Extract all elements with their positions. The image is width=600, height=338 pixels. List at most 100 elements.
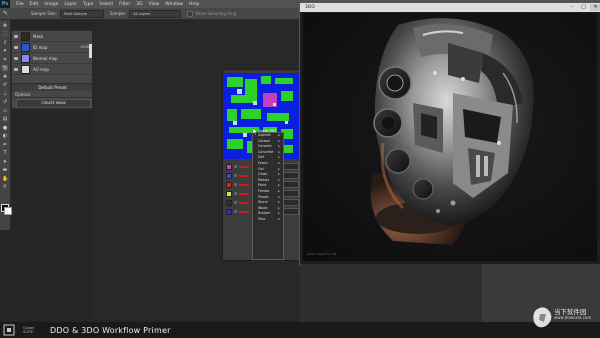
cursor-tooltip: Earth FNT (259, 129, 277, 133)
eraser-tool-icon[interactable]: ▭ (2, 108, 8, 114)
visibility-eye-icon[interactable] (14, 67, 18, 71)
viewport-caption: Pretty Squirt for 3D (307, 252, 337, 256)
material-swatch[interactable] (226, 163, 232, 170)
visibility-eye-icon[interactable] (14, 45, 18, 49)
visibility-eye-icon[interactable] (14, 56, 18, 60)
footer-bar: Quixel SUITE DDO & 3DO Workflow Primer (0, 322, 600, 338)
preset-title[interactable]: Default Preset (12, 84, 93, 91)
menu-window[interactable]: Window (165, 2, 183, 7)
menu-item[interactable]: Misc ▸ (253, 217, 283, 223)
material-swatch[interactable] (226, 172, 232, 179)
lasso-tool-icon[interactable]: ℓ (2, 40, 8, 46)
type-tool-icon[interactable]: T (2, 150, 8, 156)
menu-item-label: Asphalt (258, 133, 271, 137)
material-swatch[interactable] (226, 181, 232, 188)
quixel-suite-brand: Quixel SUITE (23, 326, 34, 334)
material-indicator (239, 192, 249, 195)
video-title: DDO & 3DO Workflow Primer (50, 325, 171, 335)
menu-select[interactable]: Select (99, 2, 113, 7)
layer-thumbnail (21, 53, 30, 63)
zoom-tool-icon[interactable]: ⚲ (2, 184, 8, 190)
ddo-preset-panel: Default Preset Options CREATE MASK (11, 83, 94, 109)
sample-size-label: Sample Size: (31, 11, 57, 16)
hand-tool-icon[interactable]: ✋ (2, 176, 8, 182)
gradient-tool-icon[interactable]: ▤ (2, 116, 8, 122)
background-color-swatch[interactable] (4, 207, 12, 215)
layer-row[interactable]: Mask (12, 31, 93, 42)
options-row[interactable]: Options (12, 91, 93, 98)
minimize-button[interactable]: – (566, 4, 577, 11)
menu-item-label: Paint (258, 183, 267, 188)
3d-viewport[interactable]: Pretty Squirt for 3D (303, 13, 597, 261)
menu-item-label: Dirt (258, 155, 265, 160)
layer-name: ID map (33, 44, 48, 50)
eyedropper-icon[interactable]: ✎ (3, 10, 11, 18)
robot-head-render (370, 18, 534, 245)
watermark-url: www.downxia.com (554, 315, 592, 320)
workspace-background (300, 264, 482, 324)
brush-tool-icon[interactable]: ✐ (2, 82, 8, 88)
marquee-tool-icon[interactable]: ⬚ (2, 31, 8, 37)
sample-size-select[interactable]: Point Sample (59, 9, 104, 18)
material-swatch[interactable] (226, 199, 232, 206)
show-ring-checkbox[interactable] (187, 10, 194, 17)
maximize-button[interactable]: □ (578, 4, 589, 11)
material-toggle[interactable] (234, 174, 237, 177)
quick-select-tool-icon[interactable]: ✦ (2, 48, 8, 54)
layer-row[interactable]: AO map (12, 64, 93, 75)
sample-select[interactable]: All Layers (129, 9, 182, 18)
menu-view[interactable]: View (149, 2, 160, 7)
menu-item-label: Metals (258, 177, 270, 182)
close-button[interactable]: ✕ (590, 4, 600, 11)
healing-tool-icon[interactable]: ✚ (2, 74, 8, 80)
layer-row[interactable]: Normal map (12, 53, 93, 64)
menu-3d[interactable]: 3D (136, 2, 142, 7)
menu-type[interactable]: Type (83, 2, 93, 7)
quixel-logo-icon (3, 324, 15, 336)
menu-item-label: Wood (258, 205, 268, 210)
material-toggle[interactable] (234, 210, 237, 213)
stamp-tool-icon[interactable]: ⊥ (2, 91, 8, 97)
window-title: 3DO (305, 5, 315, 10)
menu-layer[interactable]: Layer (64, 2, 77, 7)
material-swatch[interactable] (226, 190, 232, 197)
menu-help[interactable]: Help (189, 2, 199, 7)
layer-name: Mask (33, 33, 44, 39)
material-indicator (239, 174, 249, 177)
menu-edit[interactable]: Edit (30, 2, 39, 7)
menu-item-label: Gel (258, 166, 264, 171)
dodge-tool-icon[interactable]: ◐ (2, 133, 8, 139)
menu-item-label: Stone (258, 200, 268, 205)
chevron-right-icon: ▸ (278, 216, 280, 221)
window-titlebar[interactable]: 3DO – □ ✕ (300, 3, 600, 12)
menu-image[interactable]: Image (44, 2, 58, 7)
move-tool-icon[interactable]: ✥ (2, 23, 8, 29)
show-ring-label: Show Sampling Ring (195, 11, 237, 16)
material-category-menu: Asphalt ▸ Carbon ▸ Ceramic ▸ Concrete ▸ Dirt… (252, 132, 284, 260)
material-indicator (239, 210, 249, 213)
tools-panel: ✥ ⬚ ℓ ✦ ⌗ ✎ ✚ ✐ ⊥ ↺ ▭ ▤ ● ◐ ✒ T ➤ ▬ ✋ ⚲ (0, 20, 11, 230)
material-indicator (239, 165, 249, 168)
3do-viewer-window: 3DO – □ ✕ Pretty Squirt for 3D (299, 2, 600, 266)
shape-tool-icon[interactable]: ▬ (2, 167, 8, 173)
material-toggle[interactable] (234, 165, 237, 168)
visibility-eye-icon[interactable] (14, 34, 18, 38)
material-toggle[interactable] (234, 192, 237, 195)
crop-tool-icon[interactable]: ⌗ (2, 57, 8, 63)
blur-tool-icon[interactable]: ● (2, 125, 8, 131)
mouse-cursor-icon (253, 128, 258, 135)
eyedropper-tool-icon[interactable]: ✎ (2, 65, 8, 71)
pen-tool-icon[interactable]: ✒ (2, 142, 8, 148)
material-swatch[interactable] (226, 208, 232, 215)
menu-file[interactable]: File (16, 2, 24, 7)
material-toggle[interactable] (234, 183, 237, 186)
path-select-tool-icon[interactable]: ➤ (2, 159, 8, 165)
material-toggle[interactable] (234, 201, 237, 204)
menu-item-label: Plaster (258, 188, 270, 193)
menu-item-label: Fabric (258, 160, 269, 165)
photoshop-logo: Ps (0, 0, 10, 8)
create-mask-button[interactable]: CREATE MASK (16, 99, 91, 108)
layer-row[interactable]: ID map 100% (12, 42, 93, 53)
history-brush-tool-icon[interactable]: ↺ (2, 99, 8, 105)
menu-filter[interactable]: Filter (119, 2, 130, 7)
